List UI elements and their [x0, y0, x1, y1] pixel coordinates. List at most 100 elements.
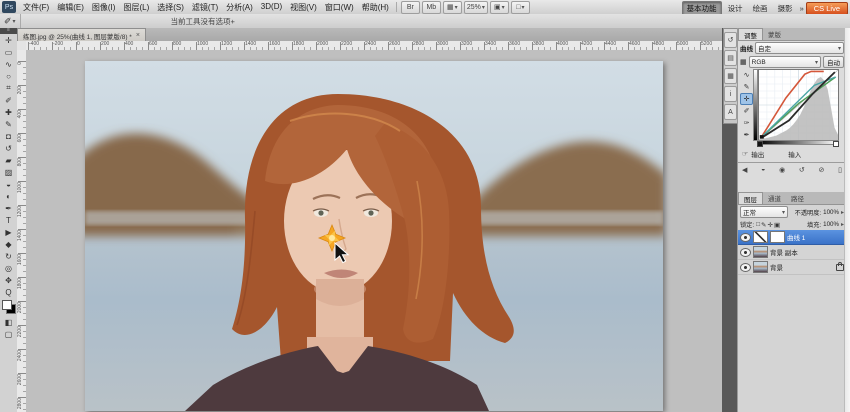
crop-tool[interactable]: ⌗: [1, 82, 16, 94]
bridge-icon[interactable]: Br: [401, 1, 420, 14]
menu-item[interactable]: 视图(V): [286, 1, 321, 14]
shape-tool[interactable]: ◆: [1, 238, 16, 250]
curve-black-point: [760, 135, 764, 139]
close-icon[interactable]: ×: [136, 32, 140, 39]
gradient-tool[interactable]: ▨: [1, 166, 16, 178]
zoom-level-dropdown[interactable]: 25%▾: [464, 1, 488, 14]
layer-row[interactable]: 曲线 1: [738, 230, 846, 245]
menu-item[interactable]: 文件(F): [19, 1, 53, 14]
options-bar: ✐ ▾ 当前工具没有选项+: [0, 14, 850, 29]
character-panel-icon[interactable]: A: [724, 104, 737, 120]
document-tab[interactable]: 练图.jpg @ 25%(曲线 1, 图层蒙版/8) * ×: [17, 28, 146, 41]
menu-item[interactable]: 3D(D): [257, 1, 286, 14]
arrange-documents-icon[interactable]: ▣▾: [490, 1, 509, 14]
menu-item[interactable]: 窗口(W): [321, 1, 358, 14]
menu-item[interactable]: 帮助(H): [358, 1, 393, 14]
menu-item[interactable]: 图像(I): [88, 1, 120, 14]
lock-position-icon[interactable]: ✛: [768, 221, 773, 229]
layer-thumbnail[interactable]: [753, 261, 768, 273]
color-swatches[interactable]: [2, 300, 16, 314]
reset-adjustment-icon[interactable]: ⊘: [818, 166, 824, 174]
return-to-adjustment-list-icon[interactable]: ◀: [742, 166, 747, 174]
info-panel-icon[interactable]: i: [724, 86, 737, 102]
canvas-area[interactable]: [26, 50, 722, 412]
screen-mode-button[interactable]: ▢: [1, 328, 16, 340]
menu-item[interactable]: 分析(A): [222, 1, 257, 14]
menu-item[interactable]: 选择(S): [153, 1, 188, 14]
panel-scrollbar[interactable]: [844, 28, 850, 412]
tab-图层[interactable]: 图层: [738, 192, 763, 204]
hand-tool[interactable]: ✥: [1, 274, 16, 286]
layer-visibility-eye-icon[interactable]: [740, 263, 751, 272]
view-previous-state-icon[interactable]: ↺: [799, 166, 805, 174]
black-point-eyedropper-icon[interactable]: ✐: [740, 105, 753, 117]
dodge-tool[interactable]: ◐: [1, 190, 16, 202]
view-extras-icon[interactable]: ▦▾: [443, 1, 462, 14]
targeted-adjustment-icon[interactable]: ✛: [740, 93, 753, 105]
opacity-value[interactable]: 100%: [823, 209, 839, 216]
layer-thumbnail[interactable]: [753, 246, 768, 258]
quick-selection-tool[interactable]: ○: [1, 70, 16, 82]
tab-路径[interactable]: 路径: [786, 192, 809, 204]
layer-visibility-eye-icon[interactable]: [740, 233, 751, 242]
menu-item[interactable]: 编辑(E): [53, 1, 88, 14]
portrait-photo: [85, 61, 663, 411]
history-panel-icon[interactable]: ↺: [724, 32, 737, 48]
layer-mask-thumbnail[interactable]: [770, 231, 785, 243]
lasso-tool[interactable]: ∿: [1, 58, 16, 70]
curve-editor[interactable]: [753, 69, 839, 147]
lock-image-pixels-icon[interactable]: ✎: [761, 221, 766, 229]
edit-points-curve-icon[interactable]: ∿: [740, 69, 753, 81]
marquee-tool[interactable]: ▭: [1, 46, 16, 58]
tab-通道[interactable]: 通道: [763, 192, 786, 204]
white-point-eyedropper-icon[interactable]: ✒: [740, 129, 753, 141]
brush-tool[interactable]: ✎: [1, 118, 16, 130]
zoom-tool[interactable]: Q: [1, 286, 16, 298]
eraser-tool[interactable]: ▰: [1, 154, 16, 166]
photo-document[interactable]: [85, 61, 663, 411]
lock-transparent-pixels-icon[interactable]: □: [756, 221, 760, 229]
curves-graph[interactable]: [758, 69, 839, 141]
menu-item[interactable]: 图层(L): [119, 1, 153, 14]
layer-row[interactable]: 背景 副本: [738, 245, 846, 260]
blur-tool[interactable]: ◒: [1, 178, 16, 190]
move-tool[interactable]: ✛: [1, 34, 16, 46]
menu-item[interactable]: 滤镜(T): [188, 1, 222, 14]
3d-orbit-tool[interactable]: ◎: [1, 262, 16, 274]
layer-row[interactable]: 背景: [738, 260, 846, 275]
white-point-marker[interactable]: [833, 141, 839, 147]
path-selection-tool[interactable]: ▶: [1, 226, 16, 238]
tool-preset-picker[interactable]: ✐ ▾: [0, 14, 21, 28]
mini-bridge-icon[interactable]: Mb: [422, 1, 441, 14]
curves-preset-dropdown[interactable]: 自定 ▾: [755, 42, 844, 54]
gray-point-eyedropper-icon[interactable]: ✑: [740, 117, 753, 129]
workspace-more-button[interactable]: »: [798, 4, 806, 13]
black-point-marker[interactable]: [757, 141, 763, 147]
toggle-visibility-eye-icon[interactable]: ◉: [779, 166, 785, 174]
3d-rotate-tool[interactable]: ↻: [1, 250, 16, 262]
delete-adjustment-icon[interactable]: ▯: [838, 166, 842, 174]
foreground-color-swatch[interactable]: [2, 300, 12, 310]
curves-adjustment-thumbnail[interactable]: [753, 231, 768, 243]
tab-调整[interactable]: 调整: [738, 28, 763, 40]
screen-mode-icon[interactable]: □▾: [511, 1, 530, 14]
blend-mode-dropdown[interactable]: 正常 ▾: [740, 206, 788, 218]
pen-tool[interactable]: ✒: [1, 202, 16, 214]
styles-panel-icon[interactable]: ▦: [724, 68, 737, 84]
type-tool[interactable]: T: [1, 214, 16, 226]
tab-蒙版[interactable]: 蒙版: [763, 28, 786, 40]
healing-brush-tool[interactable]: ✚: [1, 106, 16, 118]
clone-stamp-tool[interactable]: ◘: [1, 130, 16, 142]
swatches-panel-icon[interactable]: ▤: [724, 50, 737, 66]
history-brush-tool[interactable]: ↺: [1, 142, 16, 154]
layer-visibility-eye-icon[interactable]: [740, 248, 751, 257]
eyedropper-tool[interactable]: ✐: [1, 94, 16, 106]
curves-panel-label: 曲线: [740, 43, 753, 53]
lock-all-icon[interactable]: ▣: [774, 221, 780, 229]
draw-curve-pencil-icon[interactable]: ✎: [740, 81, 753, 93]
channel-dropdown[interactable]: RGB ▾: [749, 56, 821, 68]
clip-to-layer-icon[interactable]: ◒: [761, 166, 765, 173]
auto-button[interactable]: 自动: [823, 56, 844, 68]
fill-value[interactable]: 100%: [823, 221, 839, 228]
quick-mask-button[interactable]: ◧: [1, 316, 16, 328]
